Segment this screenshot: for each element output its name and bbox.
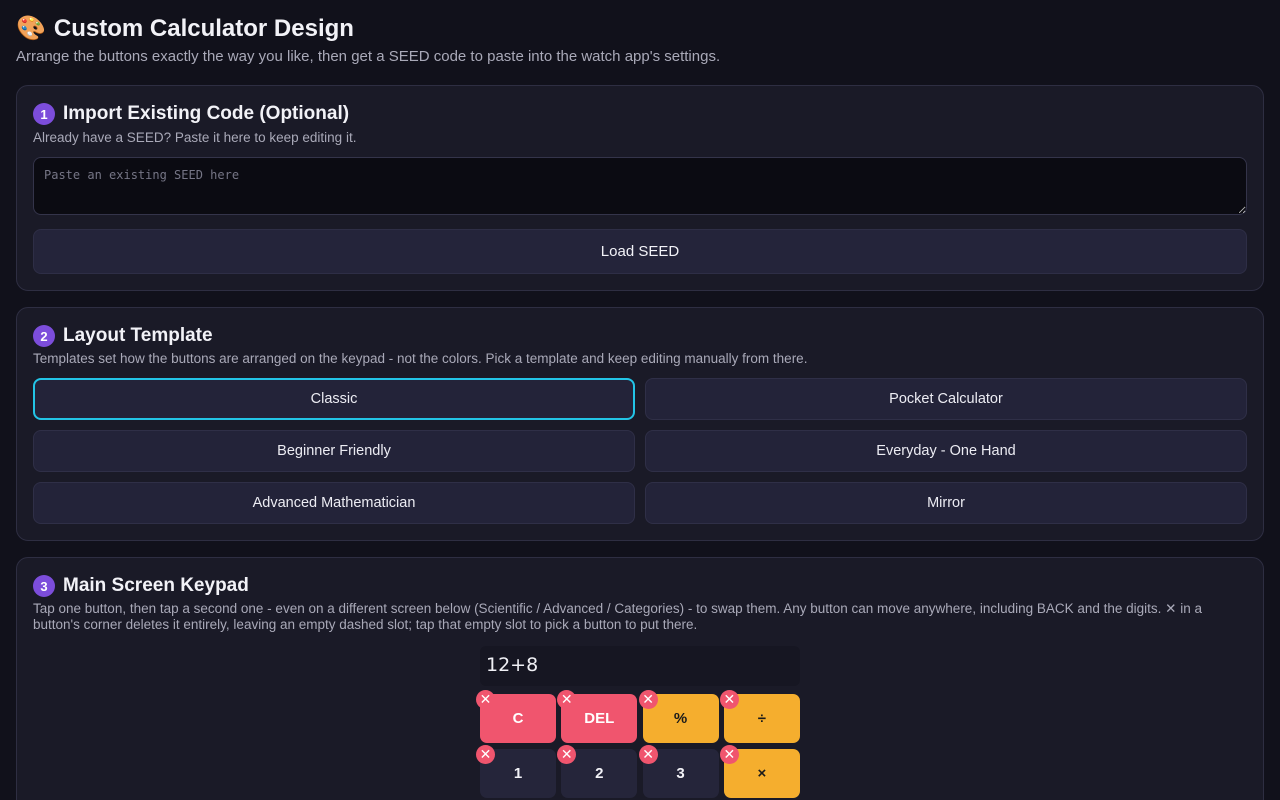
import-card-title: Import Existing Code (Optional) (63, 103, 350, 124)
seed-input[interactable] (33, 157, 1247, 215)
key-delete[interactable]: ✕ DEL (557, 690, 638, 743)
delete-key-icon[interactable]: ✕ (476, 690, 495, 709)
template-card-description: Templates set how the buttons are arrang… (33, 351, 808, 366)
template-grid: Classic Pocket Calculator Beginner Frien… (33, 378, 1247, 524)
delete-key-icon[interactable]: ✕ (719, 745, 739, 764)
key-label: C (512, 710, 524, 727)
delete-key-icon[interactable]: ✕ (638, 745, 658, 764)
delete-key-icon[interactable]: ✕ (557, 745, 577, 764)
key-percent[interactable]: ✕ % (638, 690, 719, 743)
calculator-display: 12+8 (480, 646, 800, 686)
page-subtitle: Arrange the buttons exactly the way you … (16, 48, 721, 65)
key-3[interactable]: ✕ 3 (638, 745, 719, 798)
keypad-card: 3 Main Screen Keypad Tap one button, the… (16, 557, 1264, 800)
key-label: 2 (595, 765, 604, 782)
template-advanced-mathematician-button[interactable]: Advanced Mathematician (33, 482, 635, 524)
import-card-header: 1 Import Existing Code (Optional) (33, 103, 349, 125)
key-multiply[interactable]: ✕ × (719, 745, 800, 798)
load-seed-button[interactable]: Load SEED (33, 229, 1247, 274)
template-everyday-one-hand-button[interactable]: Everyday - One Hand (645, 430, 1247, 472)
key-clear[interactable]: ✕ C (476, 690, 556, 743)
keypad-card-header: 3 Main Screen Keypad (33, 575, 249, 597)
delete-key-icon[interactable]: ✕ (719, 690, 739, 709)
keypad-card-description: Tap one button, then tap a second one - … (33, 601, 1203, 632)
key-label: 1 (513, 765, 523, 782)
palette-icon: 🎨 (16, 15, 46, 42)
key-divide[interactable]: ✕ ÷ (719, 690, 800, 743)
delete-key-icon[interactable]: ✕ (557, 690, 577, 709)
calculator-preview: 12+8 ✕ C ✕ DEL ✕ % ✕ ÷ ✕ 1 ✕ 2 ✕ 3 ✕ × (476, 646, 800, 798)
step-badge: 2 (33, 325, 55, 347)
key-label: DEL (584, 710, 615, 727)
step-badge: 3 (33, 575, 55, 597)
template-card: 2 Layout Template Templates set how the … (16, 307, 1264, 541)
page-title-text: Custom Calculator Design (53, 14, 354, 42)
template-card-title: Layout Template (63, 325, 213, 346)
import-card: 1 Import Existing Code (Optional) Alread… (16, 85, 1264, 291)
keypad-card-title: Main Screen Keypad (63, 575, 249, 596)
import-card-description: Already have a SEED? Paste it here to ke… (33, 130, 357, 145)
template-classic-button[interactable]: Classic (33, 378, 635, 420)
key-label: × (757, 765, 767, 782)
template-beginner-friendly-button[interactable]: Beginner Friendly (33, 430, 635, 472)
key-2[interactable]: ✕ 2 (557, 745, 638, 798)
key-label: % (673, 710, 688, 727)
key-1[interactable]: ✕ 1 (476, 745, 556, 798)
template-pocket-calculator-button[interactable]: Pocket Calculator (645, 378, 1247, 420)
template-card-header: 2 Layout Template (33, 325, 213, 347)
delete-key-icon[interactable]: ✕ (638, 690, 658, 709)
keypad-grid: ✕ C ✕ DEL ✕ % ✕ ÷ ✕ 1 ✕ 2 ✕ 3 ✕ × (476, 690, 800, 798)
key-label: 3 (676, 765, 685, 782)
step-badge: 1 (33, 103, 55, 125)
delete-key-icon[interactable]: ✕ (476, 745, 495, 764)
key-label: ÷ (757, 710, 766, 727)
page-title: 🎨 Custom Calculator Design (16, 14, 354, 43)
template-mirror-button[interactable]: Mirror (645, 482, 1247, 524)
